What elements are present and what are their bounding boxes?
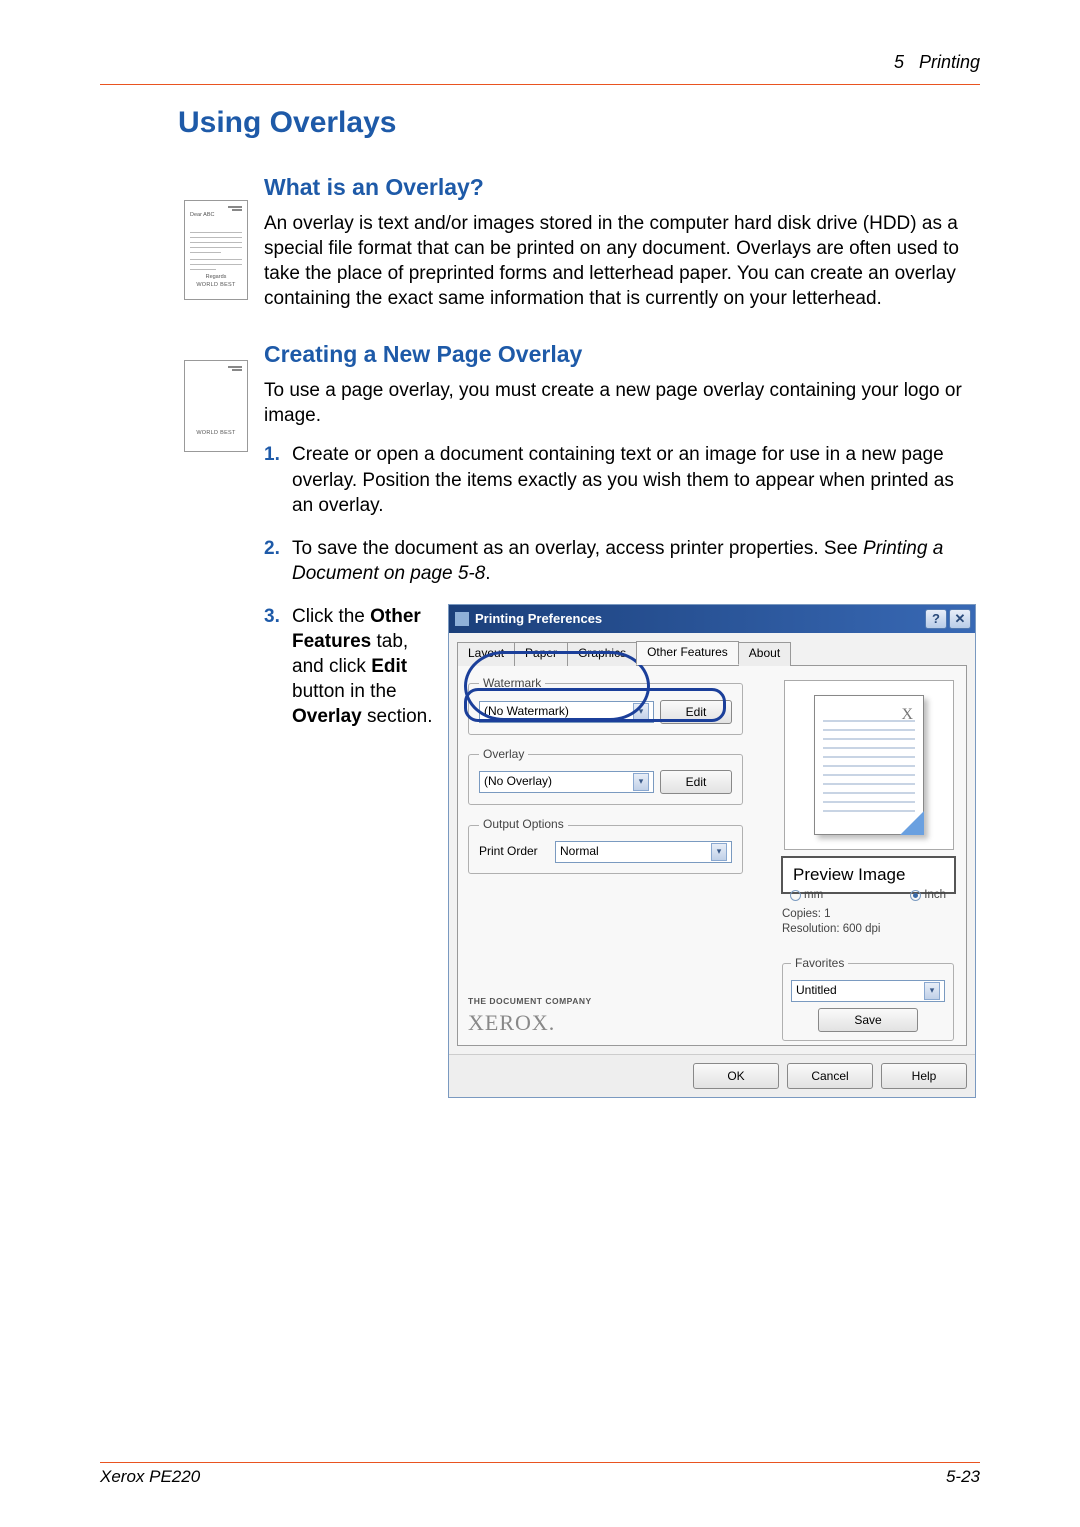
- brand-logo: XEROX.: [468, 1008, 592, 1037]
- unit-mm-radio[interactable]: mm: [790, 888, 823, 903]
- step-number-3: 3.: [264, 604, 292, 1098]
- tab-paper[interactable]: Paper: [514, 642, 568, 666]
- step-3-text: Click the Other Features tab, and click …: [292, 604, 442, 729]
- chevron-down-icon: ▾: [633, 703, 649, 721]
- dialog-titlebar: Printing Preferences ? ✕: [449, 605, 975, 633]
- watermark-value: (No Watermark): [484, 704, 569, 720]
- tab-other-features[interactable]: Other Features: [636, 641, 739, 665]
- tab-about[interactable]: About: [738, 642, 791, 666]
- unit-inch-radio[interactable]: Inch: [910, 888, 946, 903]
- subheading-what-is-overlay: What is an Overlay?: [264, 174, 980, 201]
- step-number-1: 1.: [264, 442, 292, 517]
- tab-graphics[interactable]: Graphics: [567, 642, 637, 666]
- preview-box: X: [784, 680, 954, 850]
- resolution-info: Resolution: 600 dpi: [782, 922, 954, 937]
- ok-button[interactable]: OK: [693, 1063, 779, 1089]
- favorites-combo[interactable]: Untitled ▾: [791, 980, 945, 1002]
- brand-tagline: THE DOCUMENT COMPANY: [468, 996, 592, 1007]
- info-panel: mm Inch Copies: 1 Resolution: 600 dpi: [782, 888, 954, 938]
- dialog-tabs: Layout Paper Graphics Other Features Abo…: [457, 641, 967, 666]
- watermark-group: Watermark (No Watermark) ▾ Edit: [468, 676, 743, 735]
- footer-rule: [100, 1462, 980, 1463]
- overlay-combo[interactable]: (No Overlay) ▾: [479, 771, 654, 793]
- tab-content: Watermark (No Watermark) ▾ Edit: [457, 666, 967, 1046]
- favorites-legend: Favorites: [791, 956, 848, 972]
- watermark-legend: Watermark: [479, 676, 545, 692]
- subheading-creating-overlay: Creating a New Page Overlay: [264, 341, 980, 368]
- preview-x-mark: X: [901, 704, 913, 725]
- chevron-down-icon: ▾: [924, 982, 940, 1000]
- chapter-number: 5: [894, 52, 904, 72]
- output-legend: Output Options: [479, 817, 568, 833]
- overlay-value: (No Overlay): [484, 774, 552, 790]
- output-options-group: Output Options Print Order Normal ▾: [468, 817, 743, 874]
- page-title: Using Overlays: [178, 106, 980, 140]
- print-order-combo[interactable]: Normal ▾: [555, 841, 732, 863]
- page-fold-icon: [900, 811, 924, 835]
- favorites-value: Untitled: [796, 983, 837, 999]
- overlay-edit-button[interactable]: Edit: [660, 770, 732, 794]
- dialog-title: Printing Preferences: [475, 610, 923, 627]
- page-header: 5 Printing: [894, 52, 980, 73]
- header-rule: [100, 84, 980, 85]
- illustration-regards: Regards: [190, 274, 242, 280]
- help-button[interactable]: Help: [881, 1063, 967, 1089]
- favorites-save-button[interactable]: Save: [818, 1008, 918, 1032]
- footer-page: 5-23: [946, 1467, 980, 1487]
- brand: THE DOCUMENT COMPANY XEROX.: [468, 996, 592, 1036]
- illustration-footer: WORLD BEST: [190, 282, 242, 288]
- print-order-label: Print Order: [479, 844, 549, 860]
- what-is-overlay-para: An overlay is text and/or images stored …: [264, 211, 980, 311]
- preview-page: X: [814, 695, 924, 835]
- printing-preferences-dialog: Printing Preferences ? ✕ Layout Paper Gr…: [448, 604, 976, 1098]
- chevron-down-icon: ▾: [633, 773, 649, 791]
- letterhead-illustration: Dear ABC Regards WORLD BEST: [184, 200, 248, 300]
- illustration-salutation: Dear ABC: [190, 212, 242, 218]
- cancel-button[interactable]: Cancel: [787, 1063, 873, 1089]
- watermark-edit-button[interactable]: Edit: [660, 700, 732, 724]
- close-icon[interactable]: ✕: [949, 609, 971, 629]
- dialog-footer: OK Cancel Help: [449, 1054, 975, 1097]
- section-name: Printing: [919, 52, 980, 72]
- chevron-down-icon: ▾: [711, 843, 727, 861]
- illustration-footer-2: WORLD BEST: [190, 430, 242, 436]
- print-order-value: Normal: [560, 844, 599, 860]
- dialog-app-icon: [455, 612, 469, 626]
- blank-letterhead-illustration: WORLD BEST: [184, 360, 248, 452]
- help-icon[interactable]: ?: [925, 609, 947, 629]
- creating-overlay-intro: To use a page overlay, you must create a…: [264, 378, 980, 428]
- step-number-2: 2.: [264, 536, 292, 586]
- tab-layout[interactable]: Layout: [457, 642, 515, 666]
- step-2-text: To save the document as an overlay, acce…: [292, 536, 980, 586]
- overlay-group: Overlay (No Overlay) ▾ Edit: [468, 747, 743, 806]
- footer-product: Xerox PE220: [100, 1467, 200, 1487]
- watermark-combo[interactable]: (No Watermark) ▾: [479, 701, 654, 723]
- step-1-text: Create or open a document containing tex…: [292, 442, 980, 517]
- copies-info: Copies: 1: [782, 907, 954, 922]
- favorites-group: Favorites Untitled ▾ Save: [782, 956, 954, 1041]
- overlay-legend: Overlay: [479, 747, 528, 763]
